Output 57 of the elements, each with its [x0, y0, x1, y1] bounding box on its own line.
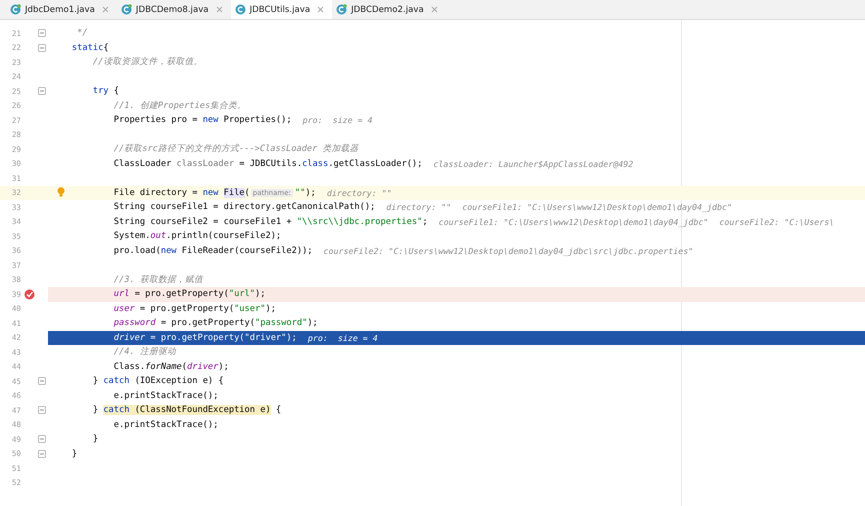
code-line: //3. 获取数据，赋值: [112, 274, 203, 286]
code-line: ClassLoader classLoader = JDBCUtils.class.getClassLoader();: [112, 158, 422, 169]
close-icon[interactable]: [317, 6, 324, 13]
code-line: Class.forName(driver);: [112, 362, 229, 372]
close-icon[interactable]: [102, 6, 109, 13]
code-line: File directory = new File(: [112, 188, 250, 198]
code-line: System.out.println(courseFile2);: [112, 231, 282, 242]
code-line: }: [92, 434, 98, 444]
code-line: } catch (IOException e) {: [92, 376, 224, 386]
code-line: password = pro.getProperty("password");: [112, 318, 318, 328]
file-tab[interactable]: JDBCDemo2.java: [332, 0, 446, 19]
fold-icon[interactable]: [38, 87, 46, 96]
code-line: try {: [92, 86, 120, 96]
code-line: e.printStackTrace();: [112, 420, 218, 430]
code-line: url = pro.getProperty("url");: [112, 289, 266, 300]
inline-value-hint: pro: size = 4: [302, 115, 373, 126]
code-line: //4. 注册驱动: [112, 346, 176, 358]
code-line: String courseFile1 = directory.getCanonicalPath();: [112, 202, 376, 212]
inline-value-hint: directory: "": [326, 188, 392, 198]
code-line: e.printStackTrace();: [112, 390, 218, 401]
code-line: } catch (ClassNotFoundException e) {: [92, 405, 282, 416]
code-line: Properties pro = new Properties();: [112, 115, 292, 126]
inline-value-hint: courseFile2: "C:\Users\www12\Desktop\demo1\day04_jdbc\src\jdbc.properties": [324, 246, 694, 256]
file-tab[interactable]: JdbcDemo1.java: [6, 0, 117, 19]
code-line: driver = pro.getProperty("driver");: [112, 332, 297, 343]
class-file-icon: [336, 4, 348, 15]
code-line: static{: [70, 42, 109, 53]
code-line: pro.load(new FileReader(courseFile2));: [112, 246, 313, 256]
fold-icon[interactable]: [38, 29, 46, 38]
code-line: String courseFile2 = courseFile1 + "\\src\\jdbc.properties";: [112, 216, 428, 227]
file-tab[interactable]: JDBCDemo8.java: [116, 0, 231, 19]
file-tab[interactable]: JDBCUtils.java: [230, 0, 332, 19]
inline-value-hint: classLoader: Launcher$AppClassLoader@492: [433, 158, 634, 169]
inline-value-hint: pro: size = 4: [308, 332, 378, 343]
fold-icon[interactable]: [38, 377, 46, 386]
code-line: }: [70, 448, 78, 459]
inline-value-hint: courseFile1: "C:\Users\www12\Desktop\demo1\day04_jdbc": [438, 216, 708, 227]
class-file-icon: [120, 4, 132, 15]
inline-value-hint: courseFile2: "C:\Users\: [719, 216, 834, 227]
breakpoint-icon[interactable]: [24, 288, 35, 300]
close-icon[interactable]: [216, 6, 223, 13]
class-file-icon: [234, 4, 246, 15]
code-line: */: [76, 28, 88, 38]
class-file-icon: [10, 4, 21, 15]
code-line: //读取资源文件，获取值。: [92, 56, 202, 68]
inline-value-hint: courseFile1: "C:\Users\www12\Desktop\demo1\day04_jdbc": [462, 202, 732, 212]
code-line: //1. 创建Properties集合类。: [112, 100, 246, 112]
close-icon[interactable]: [430, 6, 438, 13]
fold-icon[interactable]: [38, 406, 46, 414]
code-line: //获取src路径下的文件的方式--->ClassLoader 类加载器: [112, 143, 359, 156]
inline-value-hint: directory: "": [386, 202, 452, 212]
code-line: user = pro.getProperty("user");: [112, 304, 276, 314]
fold-icon[interactable]: [38, 44, 46, 52]
fold-icon[interactable]: [38, 450, 46, 458]
fold-icon[interactable]: [38, 435, 46, 444]
code-line: "");: [294, 188, 316, 198]
lightbulb-icon[interactable]: [57, 186, 65, 196]
